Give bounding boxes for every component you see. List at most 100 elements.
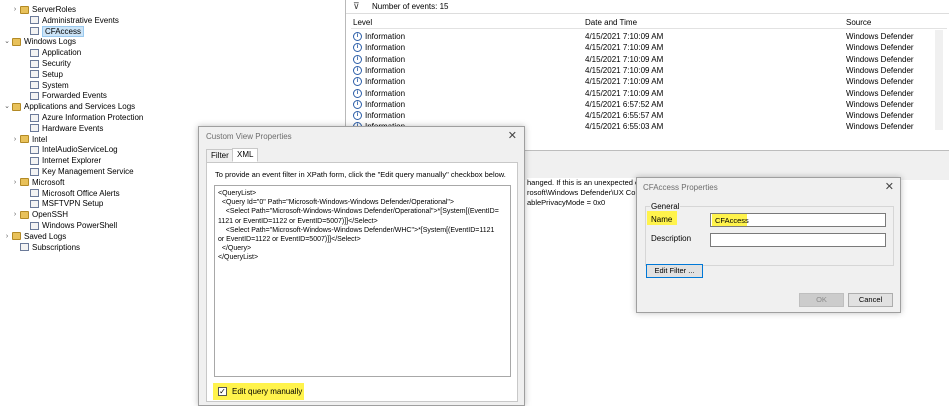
tree-item[interactable]: Hardware Events — [21, 123, 103, 134]
log-icon — [30, 189, 39, 198]
tree-item[interactable]: MSFTVPN Setup — [21, 198, 103, 209]
log-icon — [30, 199, 39, 208]
tree-item[interactable]: Setup — [21, 69, 63, 80]
tree-item-label: Internet Explorer — [42, 156, 102, 166]
information-icon: i — [353, 43, 362, 53]
tree-item[interactable]: › Microsoft — [11, 177, 65, 188]
name-field-value: CFAccess — [715, 216, 749, 225]
table-row[interactable]: i Information 4/15/2021 7:10:09 AM Windows … — [351, 65, 947, 76]
tree-item-label: Microsoft Office Alerts — [42, 188, 120, 198]
edit-query-manually-checkbox[interactable]: ✓ — [218, 387, 227, 396]
tree-item[interactable]: IntelAudioServiceLog — [21, 144, 118, 155]
table-row[interactable]: i Information 4/15/2021 6:57:52 AM Windows … — [351, 99, 947, 110]
tree-item-label: Azure Information Protection — [42, 113, 144, 122]
tree-item[interactable]: Key Management Service — [21, 166, 134, 177]
name-field[interactable]: CFAccess — [710, 213, 886, 227]
date-time-cell: 4/15/2021 7:10:09 AM — [585, 65, 664, 75]
tree-item[interactable]: › Intel — [11, 134, 47, 145]
tree-item-label: Applications and Services Logs — [24, 102, 136, 112]
tree-item[interactable]: › Saved Logs — [3, 231, 66, 242]
cfaccess-properties-dialog: CFAccess Properties ✕ General Name Descr… — [636, 177, 901, 313]
log-icon — [30, 167, 39, 176]
table-row[interactable]: i Information 4/15/2021 7:10:09 AM Windows … — [351, 31, 947, 42]
tree-item-label: OpenSSH — [32, 210, 69, 220]
column-date-time[interactable]: Date and Time — [585, 18, 637, 27]
table-row[interactable]: i Information 4/15/2021 7:10:09 AM Windows … — [351, 88, 947, 99]
source-cell: Windows Defender — [846, 99, 914, 109]
date-time-cell: 4/15/2021 7:10:09 AM — [585, 43, 664, 53]
table-row[interactable]: i Information 4/15/2021 7:10:09 AM Windows … — [351, 54, 947, 65]
information-icon: i — [353, 88, 362, 98]
tree-item-label: Administrative Events — [42, 15, 119, 25]
edit-filter-button[interactable]: Edit Filter ... — [646, 264, 703, 278]
information-icon: i — [353, 111, 362, 121]
date-time-cell: 4/15/2021 7:10:09 AM — [585, 32, 664, 41]
chevron-icon[interactable]: › — [11, 177, 19, 188]
table-row[interactable]: i Information 4/15/2021 6:55:57 AM Windows … — [351, 110, 947, 121]
filter-icon — [30, 27, 39, 36]
date-time-cell: 4/15/2021 7:10:09 AM — [585, 54, 664, 64]
folder-icon — [12, 37, 21, 46]
chevron-icon[interactable]: › — [3, 231, 11, 242]
cancel-button[interactable]: Cancel — [848, 293, 893, 307]
dialog-title: Custom View Properties — [206, 132, 292, 141]
source-cell: Windows Defender — [846, 54, 914, 64]
xml-line: <Select Path="Microsoft-Windows-Windows … — [218, 226, 495, 234]
level-cell: Information — [365, 54, 406, 64]
chevron-icon[interactable]: ⌄ — [3, 36, 11, 47]
tab-filter[interactable]: Filter — [206, 149, 234, 162]
log-icon — [30, 59, 39, 68]
date-time-cell: 4/15/2021 6:55:57 AM — [585, 111, 664, 121]
tree-item-label: ServerRoles — [32, 5, 77, 14]
tree-item[interactable]: CFAccess — [21, 25, 85, 37]
tree-item[interactable]: Administrative Events — [21, 15, 119, 26]
source-cell: Windows Defender — [846, 43, 914, 53]
column-source[interactable]: Source — [846, 18, 871, 27]
log-icon — [30, 70, 39, 79]
information-icon: i — [353, 54, 362, 64]
list-scrollbar[interactable] — [935, 30, 943, 130]
column-level[interactable]: Level — [353, 18, 372, 27]
xml-tab-panel: To provide an event filter in XPath form… — [206, 162, 518, 402]
ok-button[interactable]: OK — [799, 293, 844, 307]
tree-item[interactable]: Windows PowerShell — [21, 220, 117, 231]
name-label: Name — [651, 215, 673, 224]
custom-view-properties-dialog: Custom View Properties ✕ Filter XML To p… — [198, 126, 525, 406]
tree-item[interactable]: ⌄ Windows Logs — [3, 36, 76, 47]
tree-item[interactable]: ⌄ Applications and Services Logs — [3, 101, 135, 112]
tree-item[interactable]: Forwarded Events — [21, 90, 107, 101]
tree-item-label: Microsoft — [32, 177, 65, 187]
description-field[interactable] — [710, 233, 886, 247]
information-icon: i — [353, 32, 362, 41]
tree-item[interactable]: Internet Explorer — [21, 155, 101, 166]
event-count: Number of events: 15 — [372, 2, 449, 11]
tree-item-label: Intel — [32, 134, 48, 144]
chevron-icon[interactable]: › — [11, 4, 19, 15]
tree-item[interactable]: Azure Information Protection — [21, 112, 143, 123]
tree-item[interactable]: System — [21, 80, 69, 91]
chevron-icon[interactable]: › — [11, 134, 19, 145]
close-icon[interactable]: ✕ — [508, 129, 517, 142]
table-row[interactable]: i Information 4/15/2021 7:10:09 AM Windows … — [351, 76, 947, 87]
tree-item[interactable]: › ServerRoles — [11, 4, 76, 15]
folder-icon — [20, 210, 29, 219]
tree-item[interactable]: Subscriptions — [11, 242, 80, 253]
close-icon[interactable]: ✕ — [885, 180, 894, 193]
tab-xml[interactable]: XML — [232, 148, 259, 162]
folder-icon — [20, 135, 29, 144]
xml-line: 1121 or EventID=1122 or EventID=5007)]]<… — [218, 217, 378, 225]
tree-item-label: Hardware Events — [42, 123, 104, 133]
table-row[interactable]: i Information 4/15/2021 7:10:09 AM Windows … — [351, 42, 947, 53]
tree-item[interactable]: › OpenSSH — [11, 209, 68, 220]
detail-line: hanged. If this is an unexpected eve — [527, 178, 637, 187]
edit-query-manually-label[interactable]: Edit query manually — [232, 387, 302, 396]
tree-item-label: Security — [42, 59, 71, 68]
information-icon: i — [353, 99, 362, 109]
tree-item[interactable]: Application — [21, 47, 81, 58]
chevron-icon[interactable]: ⌄ — [3, 101, 11, 112]
tree-item[interactable]: Security — [21, 58, 71, 69]
log-icon — [30, 81, 39, 90]
chevron-icon[interactable]: › — [11, 209, 19, 220]
tree-item[interactable]: Microsoft Office Alerts — [21, 188, 120, 199]
xml-query-editor[interactable]: <QueryList> <Query Id="0" Path="Microsof… — [214, 185, 511, 377]
